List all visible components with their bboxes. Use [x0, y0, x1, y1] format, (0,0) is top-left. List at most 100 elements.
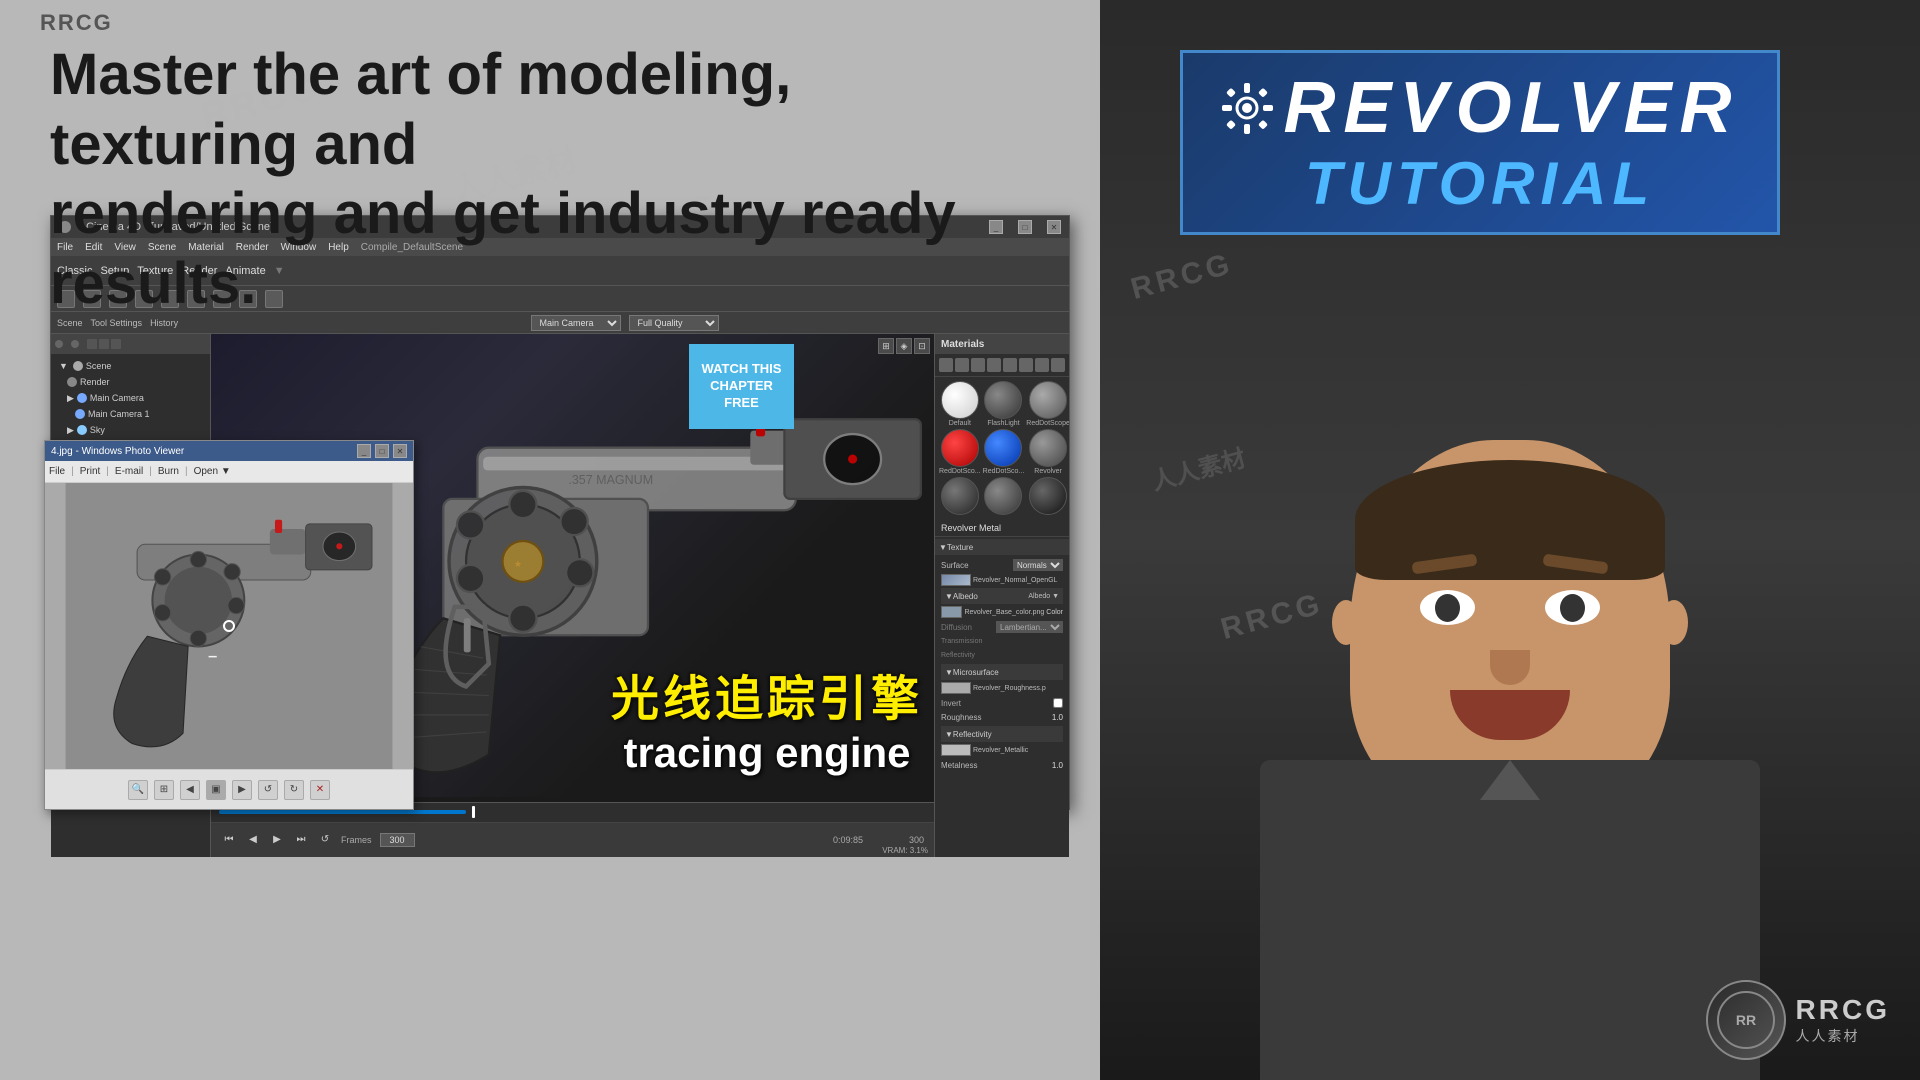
- mat-item-revolver[interactable]: Revolver: [1026, 429, 1069, 475]
- mat-icon-6[interactable]: [1019, 358, 1033, 372]
- pv-menu-sep3: |: [149, 466, 152, 477]
- mat-item-redscope2[interactable]: RedDotSco...: [983, 429, 1025, 475]
- mat-icon-4[interactable]: [987, 358, 1001, 372]
- rrcg-bottom-logo: RR RRCG 人人素材: [1706, 980, 1890, 1060]
- mat-item-reddotscope[interactable]: RedDotScope: [1026, 381, 1069, 427]
- pv-close[interactable]: ✕: [393, 444, 407, 458]
- pv-rotate-ccw[interactable]: ↺: [258, 780, 278, 800]
- viewport-controls: ⊞ ◈ ⊡: [878, 338, 930, 354]
- metallic-row: Revolver_Metallic: [941, 744, 1063, 756]
- pv-minimize[interactable]: _: [357, 444, 371, 458]
- prop-reflection: Reflectivity: [941, 648, 1063, 662]
- scene-tree-header: [51, 334, 210, 354]
- photo-viewer-toolbar: File | Print | E-mail | Burn | Open ▼: [45, 461, 413, 483]
- pv-menu-file[interactable]: File: [49, 466, 65, 477]
- photo-viewer-content: [45, 483, 413, 769]
- pv-rotate-cw[interactable]: ↻: [284, 780, 304, 800]
- diffusion-label: Diffusion: [941, 623, 992, 632]
- rrcg-text-group: RRCG 人人素材: [1796, 994, 1890, 1046]
- pv-zoom-in[interactable]: 🔍: [128, 780, 148, 800]
- mat-item-default[interactable]: Default: [939, 381, 981, 427]
- rrcg-main-text: RRCG: [1796, 994, 1890, 1026]
- mat-sphere-metal3: [1029, 477, 1067, 515]
- mat-label-red: RedDotSco...: [939, 468, 981, 475]
- label-toolsettings: Tool Settings: [91, 318, 143, 328]
- mat-icon-1[interactable]: [939, 358, 953, 372]
- person-mouth: [1450, 690, 1570, 740]
- vp-btn-1[interactable]: ⊞: [878, 338, 894, 354]
- pv-menu-open[interactable]: Open ▼: [194, 466, 231, 477]
- person-nose: [1490, 650, 1530, 685]
- svg-text:.357 MAGNUM: .357 MAGNUM: [568, 473, 653, 487]
- headline-line2: rendering and get industry ready results…: [50, 181, 956, 316]
- label-scene: Scene: [57, 318, 83, 328]
- roughness-value: 1.0: [1052, 713, 1063, 722]
- pv-actual-size[interactable]: ⊞: [154, 780, 174, 800]
- timeline-cursor: [472, 806, 475, 818]
- prev-frame-button[interactable]: ◀: [245, 832, 261, 848]
- vram-info: VRAM: 3.1%: [882, 846, 928, 855]
- frames-input[interactable]: [380, 833, 415, 847]
- mat-sphere-red: [941, 429, 979, 467]
- pv-menu-email[interactable]: E-mail: [115, 466, 143, 477]
- tree-item-scene[interactable]: ▼Scene: [51, 358, 210, 374]
- loop-button[interactable]: ↺: [317, 832, 333, 848]
- mat-icon-7[interactable]: [1035, 358, 1049, 372]
- timeline-progress[interactable]: [219, 810, 466, 814]
- watch-chapter-free-button[interactable]: WATCH THIS CHAPTER FREE: [689, 344, 794, 429]
- albedo-map-label: Revolver_Base_color.png: [964, 609, 1044, 616]
- diffusion-dropdown[interactable]: Lambertian...: [996, 621, 1063, 633]
- right-panel: RRCG RRCG 人人素材 REV: [1100, 0, 1920, 1080]
- mat-icon-8[interactable]: [1051, 358, 1065, 372]
- mat-icon-2[interactable]: [955, 358, 969, 372]
- mat-item-flashlight[interactable]: FlashLight: [983, 381, 1025, 427]
- pv-menu-burn[interactable]: Burn: [158, 466, 179, 477]
- maximize-button[interactable]: □: [1018, 220, 1032, 234]
- pv-next[interactable]: ▶: [232, 780, 252, 800]
- tree-item-sky[interactable]: ▶Sky: [51, 422, 210, 438]
- reflectivity-section-label: Reflectivity: [953, 730, 992, 739]
- mat-label-blue: RedDotSco...: [983, 468, 1025, 475]
- close-button[interactable]: ✕: [1047, 220, 1061, 234]
- pv-delete[interactable]: ✕: [310, 780, 330, 800]
- play-button[interactable]: ▶: [269, 832, 285, 848]
- transmission-label: Transmission: [941, 638, 1063, 645]
- mat-item-metal2[interactable]: [983, 477, 1025, 516]
- vp-btn-2[interactable]: ◈: [896, 338, 912, 354]
- metalness-value: 1.0: [1052, 761, 1063, 770]
- normal-swatch[interactable]: [941, 574, 971, 586]
- pv-menu-print[interactable]: Print: [80, 466, 101, 477]
- next-frame-button[interactable]: ⏭: [293, 832, 309, 848]
- mat-sphere-metal2: [984, 477, 1022, 515]
- mat-item-metal3[interactable]: [1026, 477, 1069, 516]
- headline: Master the art of modeling, texturing an…: [50, 40, 1000, 318]
- person-ear-right: [1660, 600, 1688, 645]
- mat-item-redscope1[interactable]: RedDotSco...: [939, 429, 981, 475]
- tree-item-camera1[interactable]: Main Camera 1: [51, 406, 210, 422]
- roughness-swatch[interactable]: [941, 682, 971, 694]
- metallic-swatch[interactable]: [941, 744, 971, 756]
- prop-section-albedo: ▼Albedo Albedo ▼: [941, 588, 1063, 604]
- tree-item-main-camera[interactable]: ▶Main Camera: [51, 390, 210, 406]
- vp-btn-3[interactable]: ⊡: [914, 338, 930, 354]
- revolver-tutorial-logo: REVOLVER TUTORIAL: [1180, 50, 1780, 235]
- tree-header-icons: [87, 339, 206, 349]
- skip-start-button[interactable]: ⏮: [221, 832, 237, 848]
- mat-item-metal1[interactable]: [939, 477, 981, 516]
- pv-current[interactable]: ▣: [206, 780, 226, 800]
- shirt-collar: [1480, 760, 1540, 800]
- photo-viewer-statusbar: 🔍 ⊞ ◀ ▣ ▶ ↺ ↻ ✕: [45, 769, 413, 809]
- th-icon2: [99, 339, 109, 349]
- mat-sphere-scope: [1029, 381, 1067, 419]
- tree-item-render[interactable]: Render: [51, 374, 210, 390]
- invert-checkbox[interactable]: [1053, 698, 1063, 708]
- mat-icon-3[interactable]: [971, 358, 985, 372]
- pv-prev[interactable]: ◀: [180, 780, 200, 800]
- th-icon1: [87, 339, 97, 349]
- watch-free-label: WATCH THIS CHAPTER FREE: [697, 361, 786, 412]
- surface-dropdown[interactable]: Normals: [1013, 559, 1063, 571]
- pv-maximize[interactable]: □: [375, 444, 389, 458]
- mat-icon-5[interactable]: [1003, 358, 1017, 372]
- materials-label: Materials: [941, 339, 984, 350]
- albedo-swatch[interactable]: [941, 606, 962, 618]
